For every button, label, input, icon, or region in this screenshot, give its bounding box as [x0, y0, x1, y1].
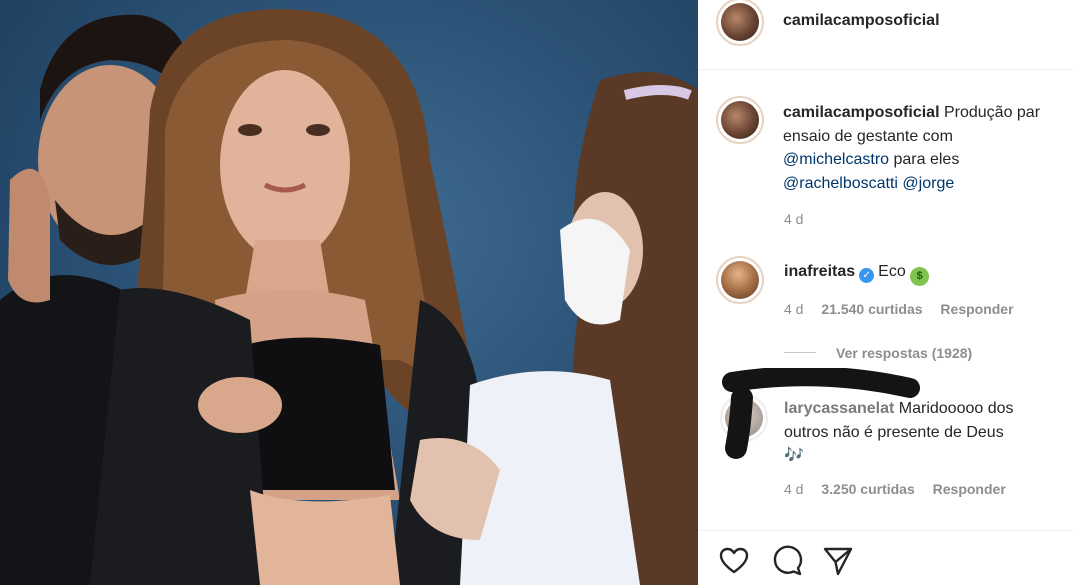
comment-username[interactable]: inafreitas	[784, 263, 855, 280]
view-replies-button[interactable]: Ver respostas (1928)	[836, 345, 972, 361]
comment-meta-2: 4 d 3.250 curtidas Responder	[784, 481, 1006, 497]
caption-username[interactable]: camilacamposoficial	[783, 104, 940, 121]
comment-likes[interactable]: 21.540 curtidas	[821, 301, 922, 317]
comment-meta: 4 d 21.540 curtidas Responder	[784, 301, 1014, 317]
mention-michelcastro[interactable]: @michelcastro	[783, 151, 889, 168]
comment-inafreitas: inafreitas ✓ Eco $	[784, 260, 930, 286]
paper-plane-icon[interactable]	[822, 545, 854, 577]
comment-reply-button-2[interactable]: Responder	[933, 481, 1006, 497]
woman-jacket-left	[90, 288, 270, 585]
photo-illustration	[0, 9, 698, 585]
heart-icon[interactable]	[718, 545, 750, 577]
author-avatar[interactable]	[716, 0, 764, 46]
money-face-emoji-icon: $	[910, 267, 930, 286]
mention-jorge[interactable]: @jorge	[902, 175, 954, 192]
comment-reply-button[interactable]: Responder	[940, 301, 1013, 317]
caption-text-2: ensaio de gestante com	[783, 127, 953, 145]
action-bar	[698, 530, 1074, 585]
post-header: camilacamposoficial	[698, 0, 1074, 70]
post-side-panel: camilacamposoficial camilacamposoficial …	[698, 0, 1074, 585]
woman-face	[220, 70, 350, 260]
comment-bubble-icon[interactable]	[771, 545, 803, 577]
comment-time: 4 d	[784, 301, 804, 317]
post-photo[interactable]	[0, 0, 698, 585]
mention-rachelboscatti[interactable]: @rachelboscatti	[783, 175, 898, 192]
comment-time-2: 4 d	[784, 481, 804, 497]
header-username[interactable]: camilacamposoficial	[783, 12, 940, 30]
post-caption: camilacamposoficial Produção par ensaio …	[783, 101, 1074, 195]
caption-time: 4 d	[784, 211, 804, 227]
comment-likes-2[interactable]: 3.250 curtidas	[821, 481, 914, 497]
caption-text-1: Produção par	[943, 104, 1041, 121]
redaction-scribble	[722, 368, 920, 459]
replies-divider	[784, 352, 816, 353]
comment-avatar[interactable]	[716, 256, 764, 304]
caption-avatar[interactable]	[716, 96, 764, 144]
comment-text: Eco	[878, 263, 906, 280]
caption-text-3: para eles	[893, 151, 960, 168]
verified-badge-icon: ✓	[859, 268, 875, 283]
